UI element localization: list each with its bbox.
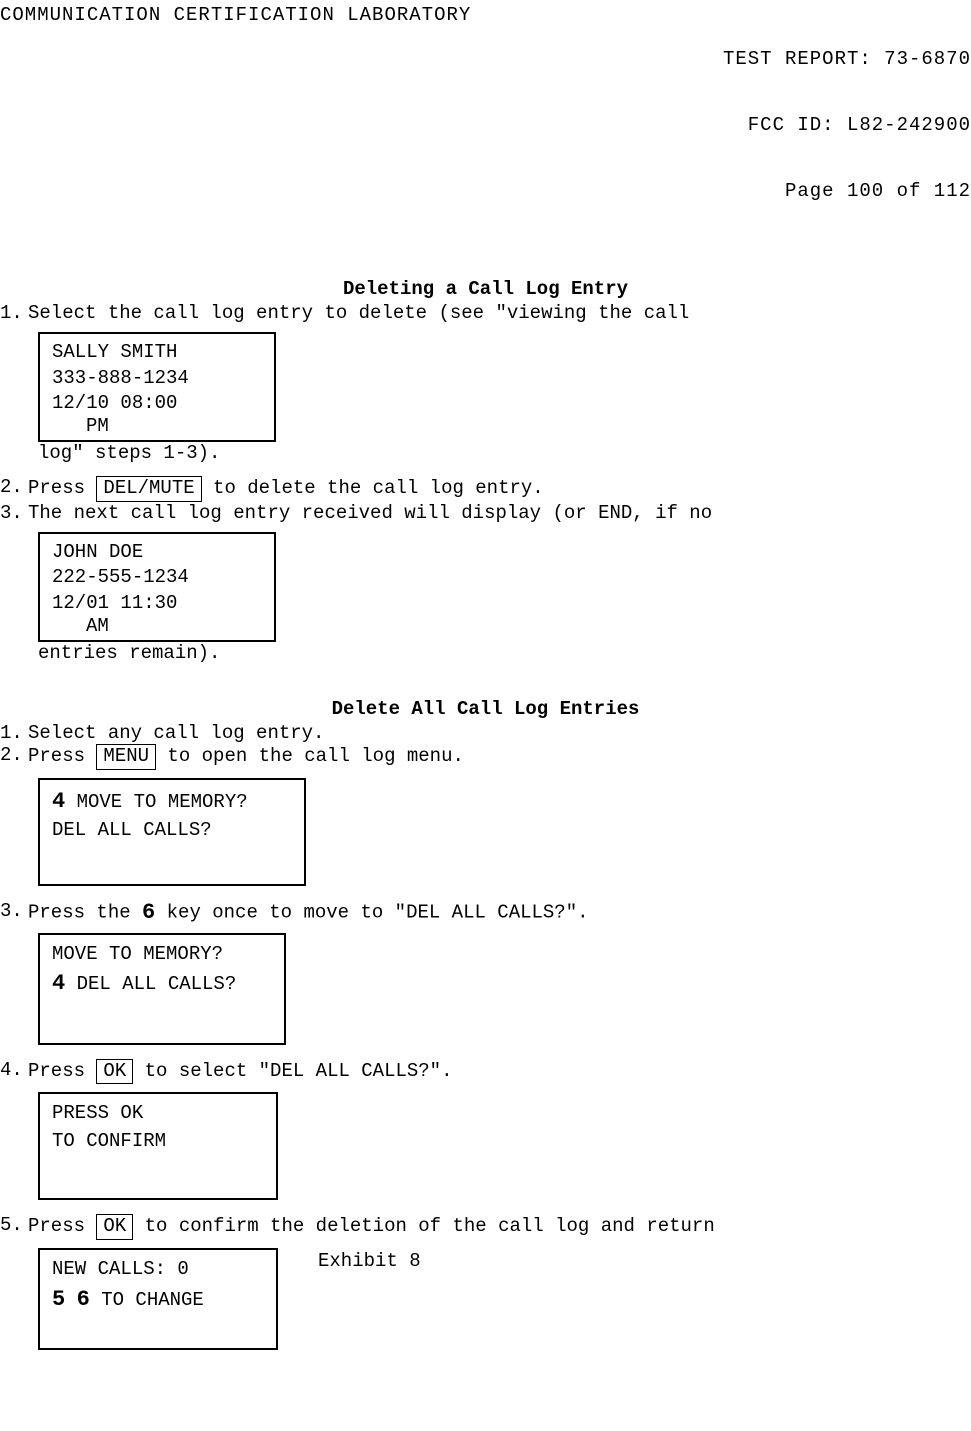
text-part: Press bbox=[28, 1215, 96, 1237]
section1-title: Deleting a Call Log Entry bbox=[0, 278, 971, 300]
step-number: 4. bbox=[0, 1059, 28, 1085]
display-line: NEW CALLS: 0 bbox=[52, 1256, 266, 1284]
cursor-icon: 4 bbox=[52, 786, 65, 818]
s1-step1: 1. Select the call log entry to delete (… bbox=[0, 302, 971, 324]
s2-step5: 5. Press OK to confirm the deletion of t… bbox=[0, 1214, 971, 1240]
s2-step3: 3. Press the 6 key once to move to "DEL … bbox=[0, 900, 971, 925]
header-left: COMMUNICATION CERTIFICATION LABORATORY bbox=[0, 4, 471, 246]
s2-step1: 1. Select any call log entry. bbox=[0, 722, 971, 744]
display-john: JOHN DOE 222-555-1234 12/01 11:30 AM bbox=[38, 532, 276, 642]
down-arrow-icon: 6 bbox=[142, 900, 155, 925]
step-number: 3. bbox=[0, 900, 28, 925]
display-line: JOHN DOE bbox=[52, 540, 264, 566]
text-part: key once to move to "DEL ALL CALLS?". bbox=[155, 901, 588, 923]
display-line-cut: PM bbox=[52, 417, 264, 431]
display-line: 333-888-1234 bbox=[52, 366, 264, 392]
step-text: Press OK to select "DEL ALL CALLS?". bbox=[28, 1059, 971, 1085]
s1-step2: 2. Press DEL/MUTE to delete the call log… bbox=[0, 476, 971, 502]
exhibit-label: Exhibit 8 bbox=[318, 1250, 421, 1272]
display-line: MOVE TO MEMORY? bbox=[52, 941, 274, 969]
page-header: COMMUNICATION CERTIFICATION LABORATORY T… bbox=[0, 0, 971, 250]
text-part: to delete the call log entry. bbox=[202, 477, 544, 499]
text-part: to confirm the deletion of the call log … bbox=[133, 1215, 715, 1237]
display-line: 4 DEL ALL CALLS? bbox=[52, 968, 274, 1000]
s1-step1-cont: log" steps 1-3). bbox=[38, 442, 971, 464]
s1-step3: 3. The next call log entry received will… bbox=[0, 502, 971, 524]
step-text: Select any call log entry. bbox=[28, 722, 971, 744]
text-part: Press bbox=[28, 1060, 96, 1082]
display-menu-2: MOVE TO MEMORY? 4 DEL ALL CALLS? bbox=[38, 933, 286, 1045]
step-text: Press DEL/MUTE to delete the call log en… bbox=[28, 476, 971, 502]
step-number: 2. bbox=[0, 744, 28, 770]
display-line: 12/10 08:00 bbox=[52, 391, 264, 417]
step-text: Press OK to confirm the deletion of the … bbox=[28, 1214, 971, 1240]
test-report-line: TEST REPORT: 73-6870 bbox=[723, 48, 971, 70]
display-text: DEL ALL CALLS? bbox=[65, 973, 236, 995]
display-line-cut: AM bbox=[52, 617, 264, 631]
display-line: 222-555-1234 bbox=[52, 565, 264, 591]
display-line: 12/01 11:30 bbox=[52, 591, 264, 617]
display-sally: SALLY SMITH 333-888-1234 12/10 08:00 PM bbox=[38, 332, 276, 442]
cursor-icon: 4 bbox=[52, 968, 65, 1000]
step-number: 2. bbox=[0, 476, 28, 502]
step-number: 1. bbox=[0, 302, 28, 324]
display-line: 4 MOVE TO MEMORY? bbox=[52, 786, 294, 818]
display-line: DEL ALL CALLS? bbox=[52, 817, 294, 845]
step-text: The next call log entry received will di… bbox=[28, 502, 971, 524]
text-part: Press bbox=[28, 745, 96, 767]
header-right: TEST REPORT: 73-6870 FCC ID: L82-242900 … bbox=[723, 4, 971, 246]
step-text: Press the 6 key once to move to "DEL ALL… bbox=[28, 900, 971, 925]
text-part: to select "DEL ALL CALLS?". bbox=[133, 1060, 452, 1082]
key-del-mute: DEL/MUTE bbox=[96, 476, 201, 502]
step-number: 3. bbox=[0, 502, 28, 524]
key-menu: MENU bbox=[96, 744, 156, 770]
display-line: PRESS OK bbox=[52, 1100, 266, 1128]
step-text: Press MENU to open the call log menu. bbox=[28, 744, 971, 770]
fcc-id-line: FCC ID: L82-242900 bbox=[723, 114, 971, 136]
page-number-line: Page 100 of 112 bbox=[723, 180, 971, 202]
step-text: Select the call log entry to delete (see… bbox=[28, 302, 971, 324]
up-arrow-icon: 5 bbox=[52, 1284, 65, 1316]
text-part: Press bbox=[28, 477, 96, 499]
step-number: 5. bbox=[0, 1214, 28, 1240]
display-text: MOVE TO MEMORY? bbox=[65, 790, 247, 812]
text-part: Press the bbox=[28, 901, 142, 923]
display-line: 5 6 TO CHANGE bbox=[52, 1284, 266, 1316]
exhibit-row: NEW CALLS: 0 5 6 TO CHANGE Exhibit 8 bbox=[38, 1240, 971, 1350]
section2-title: Delete All Call Log Entries bbox=[0, 698, 971, 720]
key-ok: OK bbox=[96, 1214, 133, 1240]
down-arrow-icon: 6 bbox=[77, 1284, 90, 1316]
display-line: TO CONFIRM bbox=[52, 1128, 266, 1156]
text-part: to open the call log menu. bbox=[156, 745, 464, 767]
s1-step3-cont: entries remain). bbox=[38, 642, 971, 664]
step-number: 1. bbox=[0, 722, 28, 744]
key-ok: OK bbox=[96, 1059, 133, 1085]
display-confirm: PRESS OK TO CONFIRM bbox=[38, 1092, 278, 1200]
display-text: TO CHANGE bbox=[90, 1289, 204, 1311]
display-new-calls: NEW CALLS: 0 5 6 TO CHANGE bbox=[38, 1248, 278, 1350]
display-menu-1: 4 MOVE TO MEMORY? DEL ALL CALLS? bbox=[38, 778, 306, 886]
display-line: SALLY SMITH bbox=[52, 340, 264, 366]
s2-step2: 2. Press MENU to open the call log menu. bbox=[0, 744, 971, 770]
s2-step4: 4. Press OK to select "DEL ALL CALLS?". bbox=[0, 1059, 971, 1085]
